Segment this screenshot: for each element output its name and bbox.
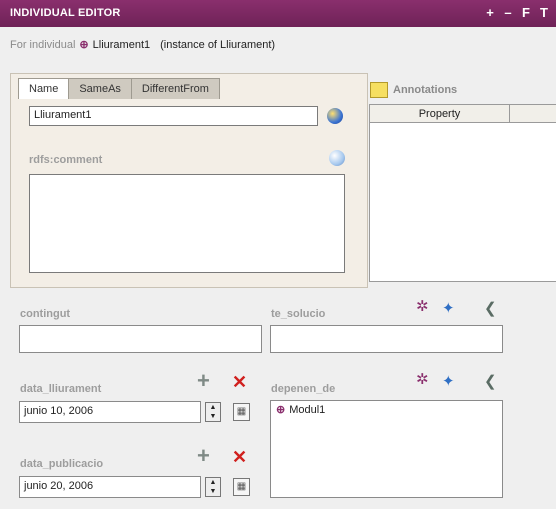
minimize-window-control[interactable]: – bbox=[502, 5, 514, 21]
individual-header: For individual ⊕ Lliurament1 (instance o… bbox=[10, 38, 276, 52]
remove-icon[interactable]: ✕ bbox=[232, 447, 247, 467]
data-lliurament-field[interactable]: junio 10, 2006 bbox=[19, 401, 201, 423]
spinner-down-icon[interactable]: ▼ bbox=[206, 487, 220, 496]
globe-icon[interactable] bbox=[327, 108, 343, 124]
data-lliurament-label: data_lliurament bbox=[20, 383, 102, 395]
spinner-up-icon[interactable]: ▲ bbox=[206, 403, 220, 412]
remove-reference-icon[interactable]: ❮ bbox=[484, 300, 497, 318]
value-column-header[interactable] bbox=[510, 104, 556, 123]
individual-name-field[interactable]: Lliurament1 bbox=[29, 106, 318, 126]
rdfs-comment-label: rdfs:comment bbox=[29, 154, 103, 166]
window-title: INDIVIDUAL EDITOR bbox=[10, 7, 121, 19]
float-window-control[interactable]: F bbox=[520, 5, 532, 21]
annotations-table[interactable] bbox=[369, 104, 556, 282]
data-publicacio-field[interactable]: junio 20, 2006 bbox=[19, 476, 201, 498]
property-column-header[interactable]: Property bbox=[369, 104, 510, 123]
browse-individual-icon[interactable]: ✦ bbox=[442, 300, 455, 318]
date-spinner[interactable]: ▲ ▼ bbox=[205, 477, 221, 497]
add-window-control[interactable]: + bbox=[484, 5, 496, 21]
spinner-down-icon[interactable]: ▼ bbox=[206, 412, 220, 421]
annotations-label: Annotations bbox=[393, 84, 458, 96]
list-item-label: Modul1 bbox=[289, 403, 326, 416]
list-item[interactable]: ⊕ Modul1 bbox=[276, 403, 326, 417]
contingut-label: contingut bbox=[20, 308, 71, 320]
data-publicacio-label: data_publicacio bbox=[20, 458, 104, 470]
annotations-header: Annotations bbox=[370, 82, 457, 98]
browse-individual-icon[interactable]: ✦ bbox=[442, 373, 455, 391]
tab-bar: Name SameAs DifferentFrom bbox=[18, 78, 220, 99]
calendar-icon[interactable]: ▦ bbox=[233, 403, 250, 421]
create-individual-icon[interactable]: ✲ bbox=[416, 371, 429, 389]
contingut-field[interactable] bbox=[19, 325, 262, 353]
instance-of-text: (instance of Lliurament) bbox=[160, 38, 276, 51]
date-spinner[interactable]: ▲ ▼ bbox=[205, 402, 221, 422]
add-icon[interactable]: + bbox=[197, 370, 210, 392]
note-icon bbox=[370, 82, 388, 98]
tab-window-control[interactable]: T bbox=[538, 5, 550, 21]
te-solucio-label: te_solucio bbox=[271, 308, 326, 320]
remove-icon[interactable]: ✕ bbox=[232, 372, 247, 392]
calendar-icon[interactable]: ▦ bbox=[233, 478, 250, 496]
globe-empty-icon[interactable] bbox=[329, 150, 345, 166]
spinner-up-icon[interactable]: ▲ bbox=[206, 478, 220, 487]
window-controls: + – F T bbox=[484, 5, 550, 21]
depenen-de-label: depenen_de bbox=[271, 383, 336, 395]
editor-title-bar: INDIVIDUAL EDITOR + – F T bbox=[0, 0, 556, 27]
individual-icon: ⊕ bbox=[79, 39, 89, 51]
te-solucio-field[interactable] bbox=[270, 325, 503, 353]
individual-name: Lliurament1 bbox=[92, 38, 151, 51]
individual-icon: ⊕ bbox=[276, 404, 286, 416]
rdfs-comment-textarea[interactable] bbox=[29, 174, 345, 273]
add-icon[interactable]: + bbox=[197, 445, 210, 467]
tab-differentfrom[interactable]: DifferentFrom bbox=[130, 78, 220, 99]
for-individual-label: For individual bbox=[10, 38, 76, 51]
create-individual-icon[interactable]: ✲ bbox=[416, 298, 429, 316]
tab-sameas[interactable]: SameAs bbox=[68, 78, 132, 99]
tab-name[interactable]: Name bbox=[18, 78, 70, 99]
remove-reference-icon[interactable]: ❮ bbox=[484, 373, 497, 391]
